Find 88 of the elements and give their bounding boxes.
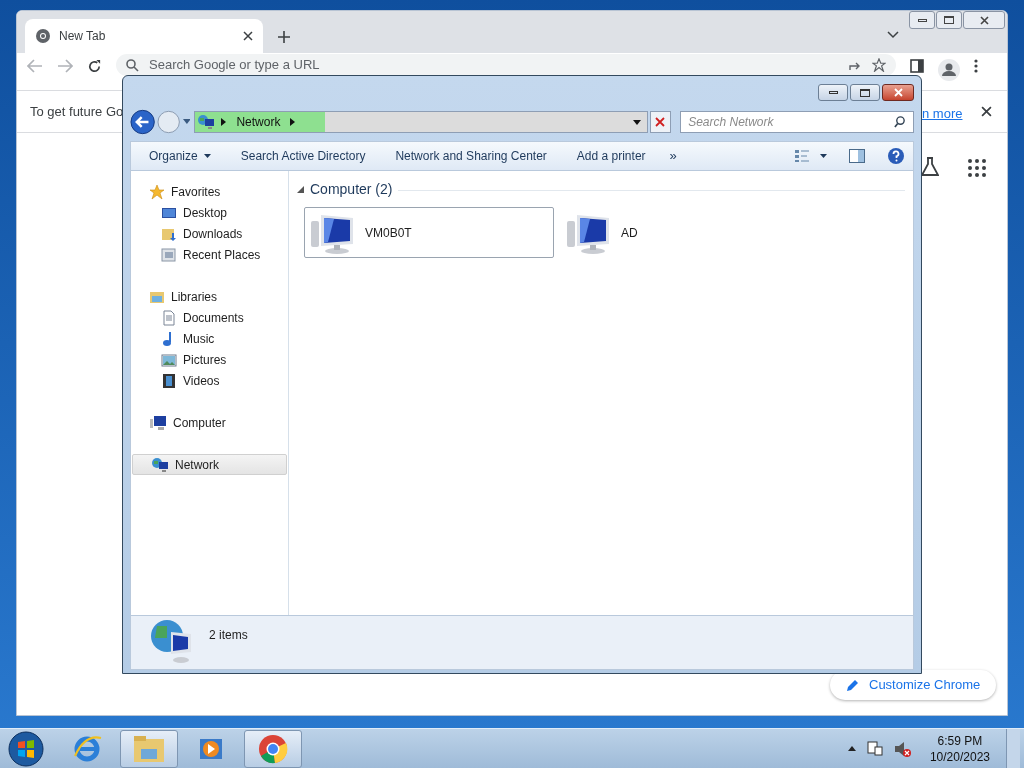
more-commands-button[interactable]: » — [669, 146, 677, 166]
search-field[interactable]: Search Network — [680, 111, 914, 133]
browser-tab[interactable]: New Tab — [25, 19, 263, 53]
pictures-icon — [161, 351, 177, 368]
close-button[interactable] — [882, 84, 914, 101]
network-icon — [151, 456, 169, 473]
stop-button[interactable] — [649, 111, 672, 133]
stop-icon — [655, 117, 666, 127]
computer-icon — [149, 414, 167, 431]
apps-grid-icon[interactable] — [968, 159, 986, 177]
speaker-muted-icon[interactable] — [893, 739, 912, 758]
device-tile[interactable]: VM0B0T — [304, 207, 554, 258]
toolbar-button[interactable]: Organize — [149, 147, 211, 165]
profile-icon[interactable] — [938, 59, 960, 81]
taskbar-button[interactable] — [120, 729, 178, 768]
close-button[interactable] — [963, 11, 1005, 29]
minimize-button[interactable] — [818, 84, 848, 101]
clock-time[interactable]: 6:59 PM — [937, 732, 983, 749]
toolbar-button[interactable]: Search Active Directory — [240, 147, 366, 165]
close-icon[interactable] — [981, 106, 992, 117]
chrome-icon — [258, 733, 288, 764]
search-icon — [126, 58, 139, 72]
device-name: AD — [621, 224, 638, 242]
close-icon — [979, 15, 989, 25]
minimize-button[interactable] — [909, 11, 935, 29]
close-icon[interactable] — [243, 31, 253, 41]
learn-more-link[interactable]: n more — [922, 104, 963, 124]
nav-item[interactable]: Computer — [131, 412, 288, 433]
new-tab-icon[interactable] — [277, 30, 291, 44]
group-header[interactable]: Computer (2) — [310, 179, 393, 200]
chevron-right-icon[interactable] — [221, 118, 227, 126]
nav-item[interactable]: Pictures — [131, 349, 288, 370]
history-dropdown-icon[interactable] — [182, 119, 191, 125]
preview-pane-icon[interactable] — [849, 149, 865, 163]
tray-expand-icon[interactable] — [847, 746, 856, 751]
nav-item[interactable]: Favorites — [131, 181, 288, 202]
network-status-icon[interactable] — [865, 739, 884, 758]
close-icon — [893, 88, 903, 97]
nav-item[interactable]: Music — [131, 328, 288, 349]
chrome-logo-icon — [35, 28, 51, 44]
maximize-button[interactable] — [850, 84, 880, 101]
nav-item[interactable]: Downloads — [131, 223, 288, 244]
side-panel-icon[interactable] — [910, 59, 924, 73]
dropdown-arrow-icon[interactable] — [632, 120, 641, 125]
toolbar-button[interactable]: Network and Sharing Center — [395, 147, 547, 165]
clock-date[interactable]: 10/20/2023 — [929, 748, 990, 765]
help-icon[interactable] — [887, 147, 905, 165]
nav-item[interactable]: Documents — [131, 307, 288, 328]
document-icon — [161, 309, 177, 326]
chevron-down-icon[interactable] — [887, 31, 899, 39]
chevron-right-icon[interactable] — [290, 118, 296, 126]
pencil-icon — [846, 678, 859, 692]
maximize-button[interactable] — [936, 11, 962, 29]
star-icon — [149, 183, 165, 200]
star-icon[interactable] — [872, 58, 886, 72]
labs-flask-icon[interactable] — [921, 157, 939, 177]
search-icon — [894, 116, 906, 128]
address-bar[interactable]: Search Google or type a URL — [116, 54, 896, 76]
nav-item[interactable]: Recent Places — [131, 244, 288, 265]
item-count: 2 items — [209, 627, 248, 644]
caret-icon — [203, 154, 211, 158]
collapse-arrow-icon[interactable] — [297, 186, 304, 193]
network-globe-icon — [149, 618, 193, 664]
network-icon — [197, 114, 216, 130]
customize-chrome-button[interactable]: Customize Chrome — [830, 670, 997, 700]
start-button[interactable] — [6, 729, 46, 768]
nav-item[interactable]: Libraries — [131, 286, 288, 307]
nav-item[interactable]: Videos — [131, 370, 288, 391]
address-placeholder: Search Google or type a URL — [149, 56, 321, 75]
film-icon — [161, 372, 177, 389]
taskbar-button[interactable] — [244, 729, 302, 768]
toolbar-button[interactable]: Add a printer — [576, 147, 646, 165]
internet-explorer-icon — [72, 733, 102, 764]
show-desktop-button[interactable] — [1006, 728, 1020, 768]
search-placeholder: Search Network — [688, 114, 775, 131]
nav-item[interactable]: Network — [132, 454, 287, 475]
recent-places-icon — [161, 246, 177, 263]
reload-icon[interactable] — [87, 59, 102, 74]
folder-icon — [133, 734, 165, 763]
device-name: VM0B0T — [365, 224, 412, 242]
menu-icon[interactable] — [974, 59, 978, 73]
back-button[interactable] — [130, 109, 156, 135]
nav-item[interactable]: Desktop — [131, 202, 288, 223]
tab-title: New Tab — [59, 28, 107, 45]
address-bar[interactable]: Network — [194, 111, 648, 133]
caret-icon[interactable] — [820, 154, 827, 158]
device-tile[interactable]: AD — [560, 207, 810, 258]
view-list-icon[interactable] — [794, 149, 810, 163]
